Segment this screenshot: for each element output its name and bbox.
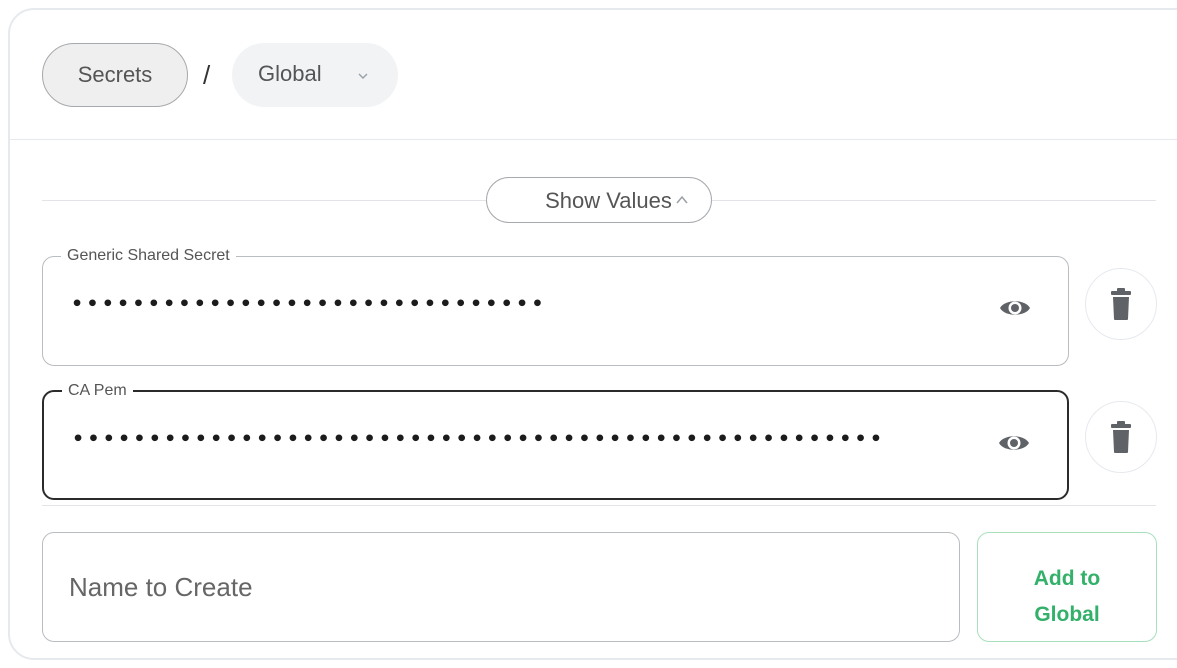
breadcrumb-secrets-button[interactable]: Secrets — [42, 43, 188, 107]
secret-masked-value: ••••••••••••••••••••••••••••••••••••••••… — [72, 428, 886, 450]
trash-icon — [1111, 288, 1131, 320]
delete-secret-button[interactable] — [1085, 401, 1157, 473]
secrets-panel: Secrets / Global Show Values Generic Sha… — [8, 8, 1177, 660]
eye-icon[interactable] — [997, 430, 1031, 456]
chevron-up-icon — [676, 195, 688, 204]
secret-field-generic-shared-secret[interactable]: Generic Shared Secret ••••••••••••••••••… — [42, 246, 1069, 366]
secret-field-label: Generic Shared Secret — [61, 246, 236, 266]
secret-field-ca-pem[interactable]: CA Pem •••••••••••••••••••••••••••••••••… — [42, 381, 1069, 500]
show-values-toggle[interactable]: Show Values — [486, 177, 712, 223]
secret-field-label: CA Pem — [62, 381, 133, 401]
show-values-label: Show Values — [545, 187, 672, 213]
breadcrumb-global-dropdown[interactable]: Global — [232, 43, 398, 107]
panel-header: Secrets / Global — [10, 10, 1177, 140]
trash-icon — [1111, 421, 1131, 453]
delete-secret-button[interactable] — [1085, 268, 1157, 340]
add-button-line1: Add to — [1033, 566, 1101, 590]
name-to-create-input[interactable] — [42, 532, 960, 642]
secret-masked-value: ••••••••••••••••••••••••••••••• — [71, 293, 547, 315]
breadcrumb-separator: / — [203, 60, 211, 90]
chevron-down-icon — [358, 73, 368, 79]
add-to-global-button[interactable]: Add to Global — [977, 532, 1157, 642]
create-divider — [42, 505, 1156, 506]
breadcrumb-global-label: Global — [258, 61, 322, 86]
add-button-line2: Global — [1034, 602, 1100, 626]
eye-icon[interactable] — [998, 295, 1032, 321]
